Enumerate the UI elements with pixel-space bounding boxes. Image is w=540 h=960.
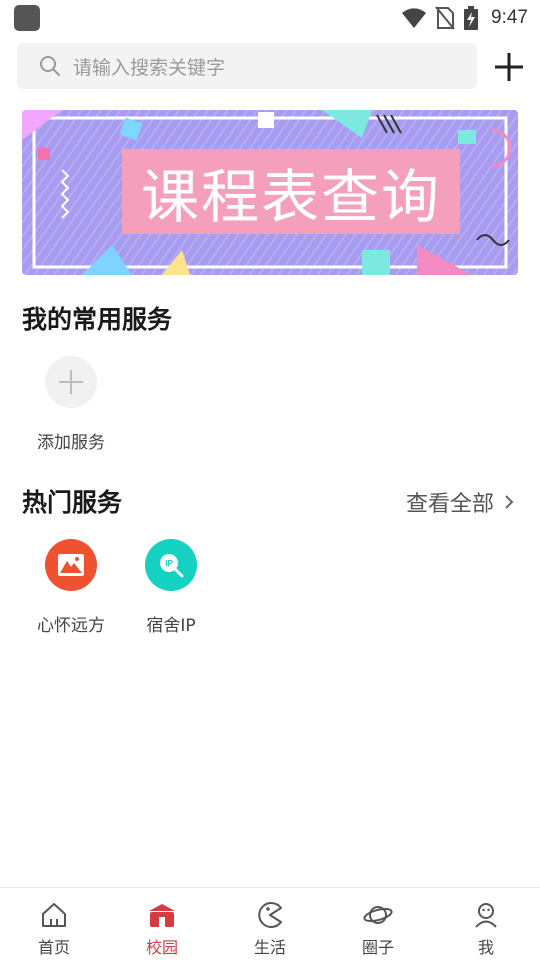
no-sim-icon <box>435 6 455 30</box>
course-schedule-banner[interactable]: 课程表查询 <box>22 110 518 275</box>
add-button[interactable] <box>492 50 526 84</box>
nav-me[interactable]: 我 <box>432 888 540 960</box>
add-service-label: 添加服务 <box>37 433 105 453</box>
add-service-circle <box>45 356 97 408</box>
wifi-icon <box>402 8 427 28</box>
status-icons: 9:47 <box>401 4 528 32</box>
user-icon <box>475 903 497 928</box>
service-dorm-ip[interactable]: IP 宿舍IP <box>126 539 216 636</box>
battery-charging-icon <box>464 6 479 30</box>
add-service-button[interactable]: 添加服务 <box>26 356 116 453</box>
app-notification-icon <box>14 5 40 31</box>
nav-life[interactable]: 生活 <box>216 888 324 960</box>
search-input[interactable]: 请输入搜索关键字 <box>17 43 477 89</box>
clock: 9:47 <box>491 7 528 28</box>
my-services-title: 我的常用服务 <box>22 305 173 334</box>
campus-icon <box>149 904 175 927</box>
nav-circle-label: 圈子 <box>361 938 394 957</box>
service-circle: IP <box>145 539 197 591</box>
nav-me-label: 我 <box>477 938 494 957</box>
ip-search-icon: IP <box>160 554 184 578</box>
search-placeholder: 请输入搜索关键字 <box>73 56 226 79</box>
mountain-icon <box>58 554 84 576</box>
home-icon <box>42 903 66 927</box>
service-circle <box>45 539 97 591</box>
service-xinhuaiyuanfang[interactable]: 心怀远方 <box>26 539 116 636</box>
service-label: 心怀远方 <box>37 616 105 636</box>
nav-home[interactable]: 首页 <box>0 888 108 960</box>
nav-life-label: 生活 <box>253 938 286 957</box>
view-all-link[interactable]: 查看全部 <box>406 486 514 518</box>
banner-title: 课程表查询 <box>122 149 460 234</box>
nav-home-label: 首页 <box>37 938 70 957</box>
svg-text:IP: IP <box>165 559 173 568</box>
chevron-right-icon <box>505 495 514 509</box>
nav-campus-label: 校园 <box>145 938 178 957</box>
life-icon <box>258 902 282 928</box>
search-icon <box>40 56 60 76</box>
service-label: 宿舍IP <box>146 616 196 636</box>
view-all-label: 查看全部 <box>405 492 494 517</box>
planet-icon <box>363 906 393 924</box>
nav-campus[interactable]: 校园 <box>108 888 216 960</box>
nav-circle[interactable]: 圈子 <box>324 888 432 960</box>
plus-icon <box>59 370 83 394</box>
hot-services-title: 热门服务 <box>22 488 123 517</box>
status-bar: 9:47 <box>0 0 540 36</box>
bottom-navigation: 首页 校园 生活 圈子 我 <box>0 887 540 960</box>
